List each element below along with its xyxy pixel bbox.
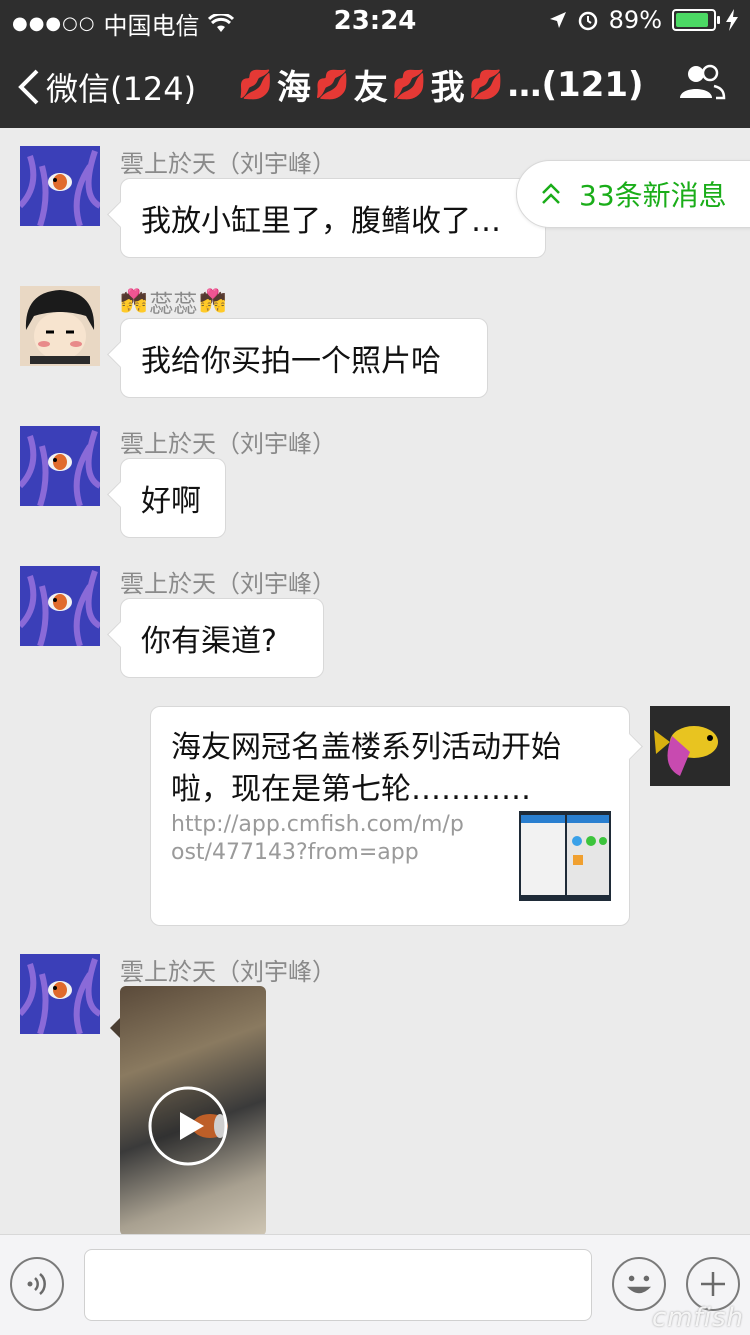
message-bubble[interactable]: 好啊 xyxy=(120,458,226,538)
kiss-lips-icon: 💋 xyxy=(468,68,504,101)
double-chevron-up-icon xyxy=(542,183,560,204)
sender-name: 蕊蕊 xyxy=(149,290,198,318)
battery-percent: 89% xyxy=(608,6,662,34)
back-label: 微信(124) xyxy=(46,70,197,108)
message-bubble[interactable]: 我放小缸里了，腹鳍收了… xyxy=(120,178,546,258)
message-bubble[interactable]: 我给你买拍一个照片哈 xyxy=(120,318,488,398)
message-input[interactable] xyxy=(84,1249,592,1321)
heart-person-icon: 💏 xyxy=(120,289,148,314)
avatar-fish-self[interactable] xyxy=(650,706,730,786)
voice-wave-icon xyxy=(27,1273,46,1295)
voice-input-button[interactable] xyxy=(10,1257,64,1311)
location-arrow-icon xyxy=(549,12,566,28)
title-suffix: …(121) xyxy=(507,64,644,105)
avatar-cartoon-girl[interactable] xyxy=(20,286,100,366)
kiss-lips-icon: 💋 xyxy=(238,68,273,101)
title-char: 海 xyxy=(276,68,311,108)
link-card[interactable]: 海友网冠名盖楼系列活动开始啦，现在是第七轮………… http://app.cmf… xyxy=(150,706,630,926)
plus-icon xyxy=(701,1272,725,1296)
status-bar: ●●●○○ 中国电信 23:24 89% xyxy=(0,0,750,40)
avatar-clownfish[interactable] xyxy=(20,566,100,646)
title-char: 友 xyxy=(353,68,388,108)
message-bubble[interactable]: 你有渠道? xyxy=(120,598,324,678)
sender-name: 雲上於天（刘宇峰） xyxy=(120,570,336,598)
alarm-icon xyxy=(578,11,597,31)
avatar-clownfish[interactable] xyxy=(20,954,100,1034)
sender-name: 雲上於天（刘宇峰） xyxy=(120,958,336,986)
video-message[interactable] xyxy=(120,986,266,1236)
top-bar: ●●●○○ 中国电信 23:24 89% 微信(124) 💋 海 💋 友 💋 我… xyxy=(0,0,750,128)
sender-name: 雲上於天（刘宇峰） xyxy=(120,150,336,178)
avatar-clownfish[interactable] xyxy=(20,146,100,226)
chat-title: 💋 海 💋 友 💋 我 💋 …(121) xyxy=(236,60,644,109)
input-bar: cmfish xyxy=(0,1234,750,1335)
link-url: http://app.cmfish.com/m/post/477143?from… xyxy=(171,812,464,865)
kiss-lips-icon: 💋 xyxy=(391,68,427,101)
avatar-clownfish[interactable] xyxy=(20,426,100,506)
sender-name-row: 💏 蕊蕊 💏 xyxy=(120,284,227,319)
link-thumbnail xyxy=(519,811,611,901)
battery-icon xyxy=(672,9,720,31)
sender-name: 雲上於天（刘宇峰） xyxy=(120,430,336,458)
title-char: 我 xyxy=(430,68,465,108)
back-button[interactable]: 微信(124) xyxy=(18,64,196,110)
new-messages-button[interactable]: 33条新消息 xyxy=(516,160,750,228)
heart-person-icon: 💏 xyxy=(199,289,227,314)
watermark: cmfish xyxy=(651,1303,744,1333)
chevron-left-icon xyxy=(18,69,39,105)
group-info-icon[interactable] xyxy=(678,64,726,100)
link-title: 海友网冠名盖楼系列活动开始啦，现在是第七轮………… xyxy=(171,730,561,807)
new-messages-label: 33条新消息 xyxy=(579,179,727,212)
kiss-lips-icon: 💋 xyxy=(314,68,350,101)
bubble-tail xyxy=(110,1018,120,1038)
charging-icon xyxy=(726,9,738,31)
play-icon[interactable] xyxy=(148,1086,228,1166)
nav-bar: 微信(124) 💋 海 💋 友 💋 我 💋 …(121) xyxy=(0,40,750,128)
